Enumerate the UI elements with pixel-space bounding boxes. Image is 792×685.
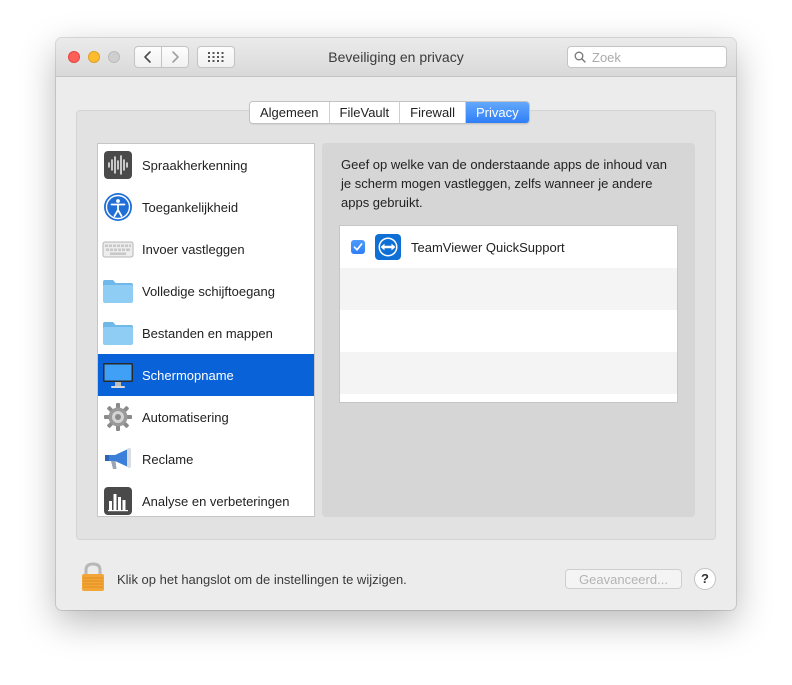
tab-privacy[interactable]: Privacy — [465, 102, 529, 123]
back-button[interactable] — [134, 46, 162, 68]
tab-algemeen[interactable]: Algemeen — [250, 102, 330, 123]
checkmark-icon — [353, 243, 363, 251]
sidebar-item-label: Bestanden en mappen — [142, 325, 273, 341]
tab-filevault[interactable]: FileVault — [329, 102, 401, 123]
lock-button[interactable] — [80, 562, 106, 592]
sidebar-item-label: Automatisering — [142, 409, 229, 425]
folder-icon — [102, 317, 134, 349]
tab-firewall[interactable]: Firewall — [400, 102, 466, 123]
privacy-panel: Spraakherkenning Toegankelijkheid Invoer… — [76, 110, 716, 540]
search-icon — [574, 51, 586, 63]
sidebar-item-spraakherkenning[interactable]: Spraakherkenning — [98, 144, 314, 186]
app-checkbox[interactable] — [351, 240, 365, 254]
app-list[interactable]: TeamViewer QuickSupport — [339, 225, 678, 403]
sidebar-item-label: Analyse en verbeteringen — [142, 493, 290, 509]
folder-icon — [102, 275, 134, 307]
permission-description: Geef op welke van de onderstaande apps d… — [341, 157, 667, 210]
search-field[interactable] — [567, 46, 727, 68]
privacy-detail-pane: Geef op welke van de onderstaande apps d… — [322, 143, 695, 517]
chevron-left-icon — [144, 51, 151, 63]
list-item — [340, 268, 677, 310]
advanced-button[interactable]: Geavanceerd... — [565, 569, 682, 589]
preferences-window: Beveiliging en privacy Zoek Spraakherken… — [56, 38, 736, 610]
tab-bar: Algemeen FileVault Firewall Privacy — [249, 101, 530, 124]
sidebar-item-reclame[interactable]: Reclame — [98, 438, 314, 480]
search-input[interactable] — [590, 48, 724, 66]
bar-chart-icon — [102, 485, 134, 516]
grid-icon — [208, 52, 224, 62]
zoom-button[interactable] — [108, 51, 120, 63]
chevron-right-icon — [172, 51, 179, 63]
list-item — [340, 352, 677, 394]
padlock-icon — [82, 562, 104, 591]
sidebar-item-toegankelijkheid[interactable]: Toegankelijkheid — [98, 186, 314, 228]
window-title: Beveiliging en privacy — [328, 49, 464, 65]
sidebar-item-label: Volledige schijftoegang — [142, 283, 275, 299]
privacy-category-list[interactable]: Spraakherkenning Toegankelijkheid Invoer… — [97, 143, 315, 517]
sidebar-item-label: Invoer vastleggen — [142, 241, 245, 257]
sidebar-item-automatisering[interactable]: Automatisering — [98, 396, 314, 438]
sidebar-item-schermopname[interactable]: Schermopname — [98, 354, 314, 396]
close-button[interactable] — [68, 51, 80, 63]
gear-icon — [102, 401, 134, 433]
sidebar-item-label: Toegankelijkheid — [142, 199, 239, 215]
list-item — [340, 310, 677, 352]
app-name: TeamViewer QuickSupport — [411, 239, 565, 255]
title-bar: Beveiliging en privacy — [56, 38, 736, 77]
keyboard-icon — [102, 233, 134, 265]
display-icon — [102, 359, 134, 391]
sidebar-item-label: Spraakherkenning — [142, 157, 248, 173]
app-row-teamviewer[interactable]: TeamViewer QuickSupport — [340, 226, 677, 268]
forward-button[interactable] — [161, 46, 189, 68]
sidebar-item-bestanden-en-mappen[interactable]: Bestanden en mappen — [98, 312, 314, 354]
sidebar-item-label: Reclame — [142, 451, 194, 467]
lock-instruction: Klik op het hangslot om de instellingen … — [117, 572, 407, 587]
accessibility-icon — [102, 191, 134, 223]
sidebar-item-invoer-vastleggen[interactable]: Invoer vastleggen — [98, 228, 314, 270]
teamviewer-icon — [375, 234, 401, 260]
waveform-icon — [102, 149, 134, 181]
sidebar-item-label: Schermopname — [142, 367, 234, 383]
sidebar-item-volledige-schijftoegang[interactable]: Volledige schijftoegang — [98, 270, 314, 312]
minimize-button[interactable] — [88, 51, 100, 63]
sidebar-item-analyse-en-verbeteringen[interactable]: Analyse en verbeteringen — [98, 480, 314, 516]
megaphone-icon — [102, 443, 134, 475]
help-button[interactable]: ? — [694, 568, 716, 590]
show-all-button[interactable] — [197, 46, 235, 68]
